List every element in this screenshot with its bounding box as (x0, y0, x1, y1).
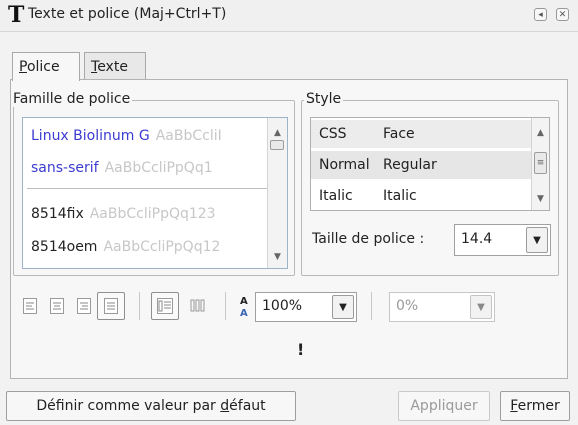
list-divider (27, 188, 267, 189)
list-item[interactable]: 8514oem AaBbCcliPpQq12 (31, 233, 220, 261)
font-list-scrollbar[interactable]: ▲ ▼ (267, 118, 287, 268)
vertical-text-icon[interactable] (187, 294, 211, 318)
restore-icon[interactable]: ◂ (534, 8, 547, 21)
line-spacing-combo[interactable]: 100% ▼ (255, 292, 357, 322)
font-size-combo[interactable]: 14.4 ▼ (454, 224, 551, 256)
text-tool-icon: T (8, 2, 25, 28)
table-row[interactable]: Normal Regular (311, 151, 531, 179)
style-group: Style CSS Face Normal Regular Italic Ita… (301, 91, 559, 276)
set-default-button[interactable]: Définir comme valeur par défaut (6, 391, 296, 421)
list-item[interactable]: Linux Biolinum G AaBbCcliI (31, 122, 222, 150)
scrollbar-thumb[interactable] (270, 140, 284, 150)
list-item[interactable]: sans-serif AaBbCcliPpQq1 (31, 154, 213, 182)
toolbar-separator (139, 292, 140, 320)
line-spacing-icon: AA (239, 292, 251, 320)
scrollbar-thumb[interactable]: ≡ (534, 152, 547, 174)
toolbar-separator (225, 292, 226, 320)
table-row[interactable]: Italic Italic (311, 182, 531, 210)
line-spacing-value: 100% (262, 298, 303, 314)
style-css-cell: Italic (319, 188, 353, 204)
close-icon[interactable]: ✕ (556, 8, 569, 21)
apply-button[interactable]: Appliquer (398, 391, 490, 421)
chevron-down-icon[interactable]: ▼ (332, 295, 354, 319)
letter-spacing-combo[interactable]: 0% ▼ (389, 292, 495, 322)
scroll-down-icon[interactable]: ▼ (532, 190, 549, 208)
title-bar: T Texte et police (Maj+Ctrl+T) ◂ ✕ (0, 0, 578, 32)
list-item[interactable]: 8514fix AaBbCcliPpQq123 (31, 200, 216, 228)
align-center-icon[interactable] (45, 294, 69, 318)
chevron-down-icon[interactable]: ▼ (526, 227, 548, 253)
scroll-up-icon[interactable]: ▲ (532, 124, 549, 142)
chevron-down-icon[interactable]: ▼ (470, 295, 492, 319)
font-size-label: Taille de police : (312, 231, 425, 247)
font-name: 8514oem (31, 239, 98, 255)
style-face-cell: Italic (383, 188, 417, 204)
scroll-down-icon[interactable]: ▼ (268, 248, 287, 266)
toolbar-separator (371, 292, 372, 320)
svg-text:A: A (240, 308, 248, 319)
font-sample: AaBbCcliPpQq12 (103, 239, 221, 255)
style-list-scrollbar[interactable]: ▲ ≡ ▼ (531, 118, 549, 210)
column-header-face: Face (383, 126, 415, 142)
letter-spacing-value: 0% (396, 298, 419, 314)
font-family-group: Famille de police Linux Biolinum G AaBbCc… (11, 91, 295, 276)
style-css-cell: Normal (319, 157, 370, 173)
align-left-icon[interactable] (18, 294, 42, 318)
style-face-cell: Regular (383, 157, 437, 173)
tab-texte[interactable]: Texte (84, 52, 146, 80)
font-name: 8514fix (31, 206, 84, 222)
text-font-dialog: T Texte et police (Maj+Ctrl+T) ◂ ✕ Polic… (0, 0, 578, 425)
horizontal-text-icon[interactable] (151, 292, 179, 320)
close-button[interactable]: Fermer (500, 391, 570, 421)
preview-text: ! (297, 340, 305, 359)
font-sample: AaBbCcliPpQq1 (104, 160, 213, 176)
font-size-value: 14.4 (461, 231, 493, 247)
align-justify-icon[interactable] (97, 292, 125, 320)
font-family-group-label: Famille de police (11, 91, 133, 107)
style-list[interactable]: CSS Face Normal Regular Italic Italic ▲ … (310, 117, 550, 211)
font-family-list[interactable]: Linux Biolinum G AaBbCcliI sans-serif AaBb… (22, 117, 288, 269)
preview-area: ! (19, 330, 559, 370)
font-sample: AaBbCcliI (155, 128, 222, 144)
font-sample: AaBbCcliPpQq123 (89, 206, 216, 222)
window-title: Texte et police (Maj+Ctrl+T) (28, 6, 227, 22)
police-panel: Famille de police Linux Biolinum G AaBbCc… (10, 79, 568, 379)
svg-text:A: A (240, 296, 248, 307)
font-name: Linux Biolinum G (31, 128, 150, 144)
column-header-css: CSS (319, 126, 347, 142)
tab-police[interactable]: Police (12, 52, 80, 81)
style-group-label: Style (304, 91, 344, 107)
style-list-header: CSS Face (311, 120, 531, 148)
font-name: sans-serif (31, 160, 99, 176)
align-right-icon[interactable] (72, 294, 96, 318)
